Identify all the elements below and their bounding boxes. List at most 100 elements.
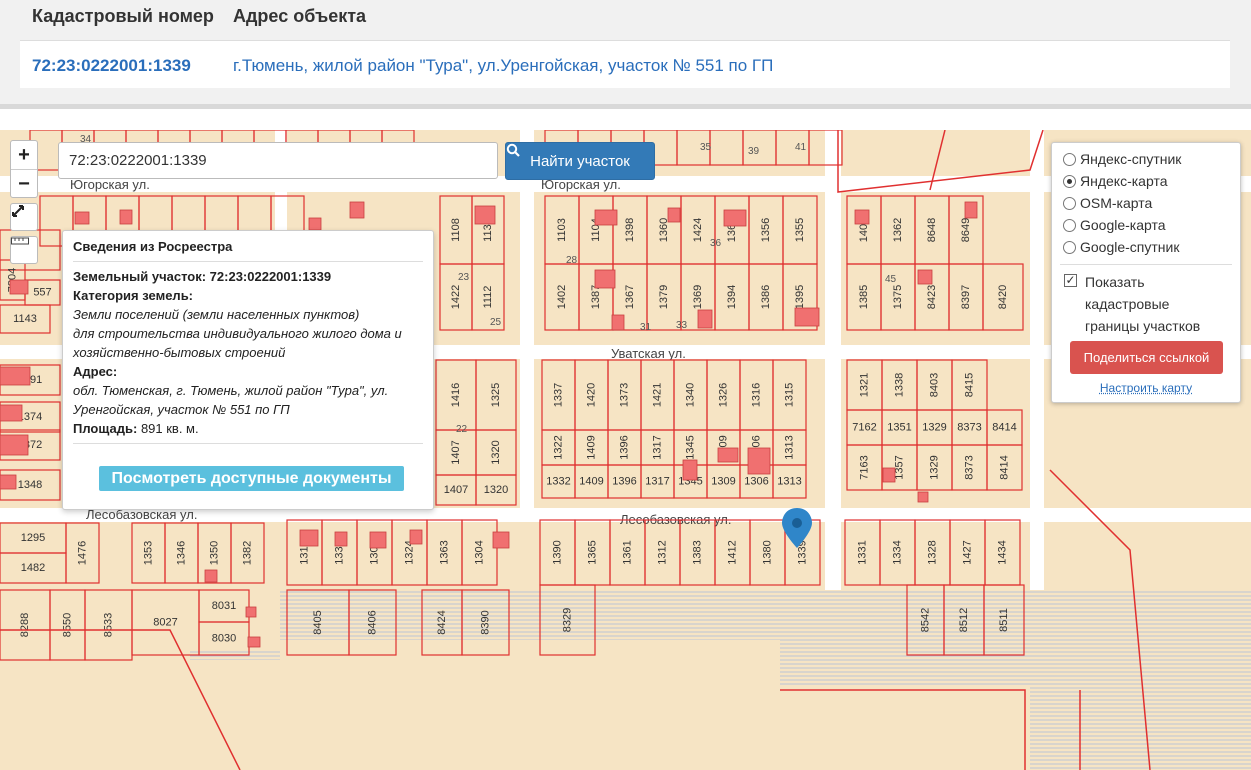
building	[369, 531, 387, 549]
layer-option[interactable]: OSM-карта	[1063, 193, 1152, 213]
zoom-in-button[interactable]: +	[11, 141, 37, 169]
parcel-number: 1325	[490, 383, 502, 407]
radio-icon[interactable]	[1063, 152, 1076, 166]
parcel-number: 1367	[624, 285, 636, 309]
parcel-number: 1313	[783, 435, 795, 459]
cadastral-number-link[interactable]: 72:23:0222001:1339	[32, 56, 191, 76]
parcel-number: 8649	[960, 218, 972, 242]
address-link[interactable]: г.Тюмень, жилой район "Тура", ул.Уренгой…	[233, 56, 773, 76]
configure-map-link[interactable]: Настроить карту	[1052, 381, 1240, 395]
parcel-number: 1396	[618, 435, 630, 459]
building-number: 35	[700, 142, 712, 153]
spacer	[0, 109, 1251, 130]
find-parcel-button[interactable]: Найти участок	[505, 142, 655, 180]
cadastral-map[interactable]: Югорская ул. Югорская ул. Уватская ул. Л…	[0, 130, 1251, 770]
radio-icon[interactable]	[1063, 218, 1076, 232]
parcel-number: 1322	[552, 435, 564, 459]
water-area	[0, 591, 1251, 770]
cadastral-search-input[interactable]	[58, 142, 498, 179]
layer-option[interactable]: Google-карта	[1063, 215, 1166, 235]
building	[474, 205, 496, 225]
address-value: Уренгойская, участок № 551 по ГП	[73, 402, 290, 417]
parcel-number: 8414	[998, 455, 1010, 479]
building-number: 28	[566, 255, 578, 266]
view-documents-button[interactable]: Посмотреть доступные документы	[99, 466, 404, 491]
street-label: Югорская ул.	[70, 177, 150, 192]
parcel-number: 1387	[590, 285, 602, 309]
parcel-number: 1422	[450, 285, 462, 309]
parcel-number: 1346	[175, 541, 187, 565]
road-vertical-right	[825, 130, 841, 590]
plot-number: Земельный участок: 72:23:0222001:1339	[73, 269, 332, 284]
label-line: Показать	[1085, 274, 1145, 290]
category-label: Категория земель:	[73, 288, 194, 303]
parcel-number: 8027	[153, 616, 177, 628]
building	[409, 529, 423, 545]
parcel-number: 1108	[450, 218, 462, 242]
radio-icon[interactable]	[1063, 240, 1076, 254]
building	[247, 636, 261, 648]
street-label: Уватская ул.	[611, 346, 686, 361]
layer-option-label: Яндекс-спутник	[1080, 151, 1182, 167]
popup-title: Сведения из Росреестра	[73, 239, 233, 254]
radio-icon[interactable]	[1063, 174, 1076, 188]
building	[794, 307, 820, 327]
parcel-number: 1380	[761, 540, 773, 564]
parcel-number: 8420	[997, 285, 1009, 309]
parcel-number: 1320	[490, 440, 502, 464]
results-table: Кадастровый номер Адрес объекта 72:23:02…	[20, 0, 1230, 88]
parcel-number: 8031	[212, 600, 236, 612]
fullscreen-button[interactable]	[10, 203, 38, 231]
parcel-number: 1379	[658, 285, 670, 309]
parcel-number: 1390	[551, 540, 563, 564]
road-vertical-far-right	[1030, 130, 1044, 590]
parcel-number: 8424	[436, 610, 448, 634]
building	[594, 269, 616, 289]
parcel-number: 1309	[711, 475, 735, 487]
find-parcel-label: Найти участок	[530, 152, 630, 170]
search-icon	[506, 143, 520, 157]
show-borders-label[interactable]: Показать кадастровые границы участков	[1085, 271, 1200, 337]
share-link-button[interactable]: Поделиться ссылкой	[1070, 341, 1223, 374]
parcel-number: 1103	[556, 218, 568, 242]
building	[964, 201, 978, 219]
zoom-control: + −	[10, 140, 38, 198]
address-label: Адрес:	[73, 364, 118, 379]
parcel-number: 8397	[960, 285, 972, 309]
parcel-number: 8390	[479, 610, 491, 634]
parcel-number: 1394	[726, 285, 738, 309]
rosreestr-info-popup: Сведения из Росреестра Земельный участок…	[62, 230, 434, 510]
building	[723, 209, 747, 227]
parcel-number: 1312	[656, 540, 668, 564]
category-value: Земли поселений (земли населенных пункто…	[73, 307, 360, 322]
building-number: 31	[640, 322, 652, 333]
parcel-number: 1317	[645, 475, 669, 487]
building	[9, 279, 29, 295]
building-number: 23	[458, 272, 470, 283]
parcel-number: 1395	[794, 285, 806, 309]
show-borders-checkbox[interactable]: ✓	[1064, 274, 1077, 287]
table-row[interactable]: 72:23:0222001:1339 г.Тюмень, жилой район…	[20, 41, 1230, 88]
layer-option[interactable]: Google-спутник	[1063, 237, 1179, 257]
address-value: обл. Тюменская, г. Тюмень, жилой район "…	[73, 383, 389, 398]
parcel-number: 8373	[963, 455, 975, 479]
layer-option[interactable]: Яндекс-спутник	[1063, 149, 1181, 169]
label-line: границы участков	[1085, 318, 1201, 334]
parcel-number: 1304	[473, 540, 485, 564]
parcel[interactable]	[709, 130, 744, 166]
layer-option[interactable]: Яндекс-карта	[1063, 171, 1167, 191]
parcel-number: 1407	[450, 440, 462, 464]
parcel-number: 1328	[926, 540, 938, 564]
ruler-button[interactable]	[10, 236, 38, 264]
building-number: 41	[795, 142, 807, 153]
parcel-number: 1407	[444, 484, 468, 496]
parcel-number: 8329	[561, 608, 573, 632]
parcel-number: 1351	[887, 421, 911, 433]
area-value: 891 кв. м.	[140, 421, 199, 436]
zoom-out-button[interactable]: −	[11, 169, 37, 197]
parcel-number: 8648	[926, 218, 938, 242]
parcel-number: 1382	[241, 541, 253, 565]
parcel-number: 8288	[19, 613, 31, 637]
parcel-number: 1365	[586, 540, 598, 564]
radio-icon[interactable]	[1063, 196, 1076, 210]
